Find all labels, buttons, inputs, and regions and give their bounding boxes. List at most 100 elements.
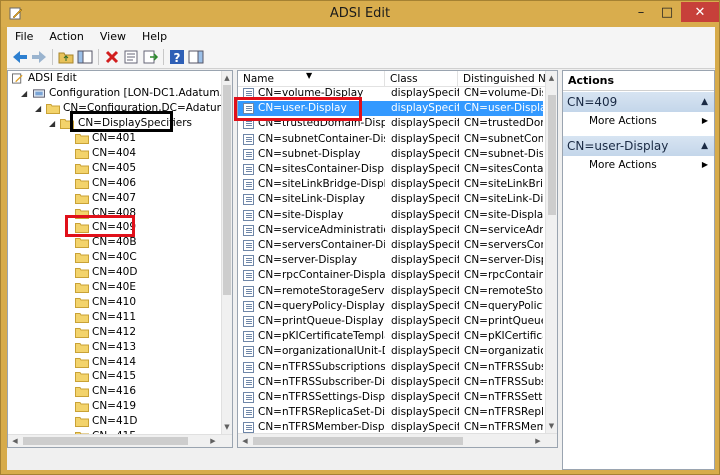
window-title: ADSI Edit (329, 6, 391, 21)
cell-class: displaySpecific (391, 223, 459, 236)
scroll-left-icon[interactable]: ◀ (8, 435, 22, 447)
table-row[interactable]: CN=pKICertificateTemplate... displaySpeci… (238, 329, 543, 344)
tree-horizontal-scrollbar[interactable]: ◀ ▶ (8, 434, 232, 447)
tree-expand-icon[interactable]: ◢ (49, 116, 55, 131)
cell-class: displaySpecific (391, 254, 459, 267)
show-hide-tree-icon[interactable] (76, 48, 94, 66)
cell-class: displaySpecific (391, 132, 459, 145)
export-list-icon[interactable] (141, 48, 159, 66)
close-button[interactable]: ✕ (681, 2, 719, 22)
scroll-thumb[interactable] (23, 437, 188, 445)
forward-arrow-icon[interactable] (30, 48, 48, 66)
collapse-section-icon[interactable]: ▲ (701, 92, 708, 112)
toolbar: ? (7, 45, 715, 69)
scroll-up-icon[interactable]: ▲ (546, 71, 557, 85)
actions-section-user-display[interactable]: CN=user-Display ▲ (563, 136, 714, 156)
scroll-right-icon[interactable]: ▶ (206, 435, 220, 447)
cell-distinguished-name: CN=volume-Display (464, 87, 543, 99)
table-row[interactable]: CN=siteLink-Display displaySpecific CN=sit… (238, 192, 543, 207)
cell-name: CN=nTFRSReplicaSet-Display (258, 406, 385, 419)
table-row[interactable]: CN=subnetContainer-Display displaySpecifi… (238, 132, 543, 147)
table-row[interactable]: CN=nTFRSSubscriptions-Di... displaySpecif… (238, 360, 543, 375)
properties-icon[interactable] (122, 48, 140, 66)
table-row[interactable]: CN=serviceAdministrationP... displaySpeci… (238, 223, 543, 238)
tree-expand-icon[interactable]: ◢ (21, 86, 27, 101)
more-actions-user-display[interactable]: More Actions ▶ (563, 156, 714, 174)
table-row[interactable]: CN=nTFRSReplicaSet-Display displaySpecifi… (238, 405, 543, 420)
cell-class: displaySpecific (391, 269, 459, 282)
column-header-class[interactable]: Class (385, 71, 458, 87)
folder-icon (75, 402, 89, 413)
table-row[interactable]: CN=server-Display displaySpecific CN=serve… (238, 253, 543, 268)
tree-vertical-scrollbar[interactable]: ▲ ▼ (221, 71, 232, 434)
table-row[interactable]: CN=serversContainer-Display displaySpecif… (238, 238, 543, 253)
folder-icon (75, 193, 89, 204)
minimize-button[interactable]: – (628, 2, 654, 22)
tree-label: CN=410 (92, 295, 137, 308)
tree-label: CN=40E (92, 281, 136, 293)
cell-class: displaySpecific (391, 147, 459, 160)
cell-distinguished-name: CN=remoteStorag (464, 284, 543, 297)
column-header-name[interactable]: Name ▼ (238, 71, 385, 87)
tree-label: CN=419 (92, 400, 137, 413)
list-horizontal-scrollbar[interactable]: ◀ ▶ (238, 433, 557, 447)
scroll-up-icon[interactable]: ▲ (222, 71, 232, 85)
folder-icon (75, 387, 89, 398)
scroll-right-icon[interactable]: ▶ (531, 434, 545, 447)
table-row[interactable]: CN=queryPolicy-Display displaySpecific CN=… (238, 299, 543, 314)
actions-pane: Actions CN=409 ▲ More Actions ▶ CN=user-… (562, 70, 715, 470)
tree-label: CN=415 (92, 370, 137, 383)
folder-icon (75, 163, 89, 174)
cell-class: displaySpecific (391, 178, 459, 191)
menu-help[interactable]: Help (134, 30, 175, 43)
actions-section-cn409[interactable]: CN=409 ▲ (563, 92, 714, 112)
folder-icon (75, 342, 89, 353)
cell-distinguished-name: CN=serviceAdmin (464, 223, 543, 236)
back-arrow-icon[interactable] (11, 48, 29, 66)
list-vertical-scrollbar[interactable]: ▲ ▼ (545, 71, 557, 433)
title-bar[interactable]: ADSI Edit – □ ✕ (1, 1, 719, 27)
table-row[interactable]: CN=remoteStorageServiceP... displaySpecif… (238, 284, 543, 299)
cell-class: displaySpecific (391, 406, 459, 419)
scroll-thumb[interactable] (253, 437, 463, 445)
table-row[interactable]: CN=subnet-Display displaySpecific CN=subne… (238, 147, 543, 162)
menu-file[interactable]: File (7, 30, 41, 43)
table-row[interactable]: CN=siteLinkBridge-Display displaySpecific… (238, 177, 543, 192)
cell-distinguished-name: CN=printQueue-D (464, 315, 543, 327)
table-row[interactable]: CN=organizationalUnit-Dis... displaySpeci… (238, 344, 543, 359)
menu-view[interactable]: View (92, 30, 134, 43)
table-row[interactable]: CN=nTFRSSubscriber-Display displaySpecifi… (238, 375, 543, 390)
table-row[interactable]: CN=rpcContainer-Display displaySpecific CN… (238, 268, 543, 283)
menu-action[interactable]: Action (41, 30, 91, 43)
show-action-pane-icon[interactable] (187, 48, 205, 66)
cell-class: displaySpecific (391, 284, 459, 297)
table-row[interactable]: CN=nTFRSSettings-Display displaySpecific C… (238, 390, 543, 405)
scroll-down-icon[interactable]: ▼ (222, 420, 232, 434)
menu-bar: File Action View Help (7, 27, 715, 45)
tree-label: CN=405 (92, 161, 137, 174)
up-folder-icon[interactable] (57, 48, 75, 66)
display-specifier-icon (243, 316, 254, 327)
maximize-button[interactable]: □ (654, 2, 680, 22)
tree-expand-icon[interactable]: ◢ (35, 101, 41, 116)
delete-icon[interactable] (103, 48, 121, 66)
table-row[interactable]: CN=printQueue-Display displaySpecific CN=p… (238, 314, 543, 329)
cell-distinguished-name: CN=siteLinkBridge (464, 178, 543, 191)
scroll-left-icon[interactable]: ◀ (238, 434, 252, 447)
cell-class: displaySpecific (391, 239, 459, 251)
column-header-distinguished-name[interactable]: Distinguished Nan (458, 71, 546, 87)
scroll-down-icon[interactable]: ▼ (546, 419, 557, 433)
scroll-thumb[interactable] (223, 85, 231, 295)
collapse-section-icon[interactable]: ▲ (701, 136, 708, 156)
folder-icon (75, 253, 89, 264)
tree-label: CN=413 (92, 340, 137, 353)
cell-class: displaySpecific (391, 193, 459, 206)
table-row[interactable]: CN=site-Display displaySpecific CN=site-Di… (238, 208, 543, 223)
tree-label: CN=40C (92, 251, 137, 264)
cell-class: displaySpecific (391, 299, 459, 312)
help-icon[interactable]: ? (168, 48, 186, 66)
table-row[interactable]: CN=sitesContainer-Display displaySpecific… (238, 162, 543, 177)
scroll-thumb[interactable] (548, 95, 556, 215)
more-actions-cn409[interactable]: More Actions ▶ (563, 112, 714, 130)
tree-label: CN=407 (92, 191, 137, 204)
